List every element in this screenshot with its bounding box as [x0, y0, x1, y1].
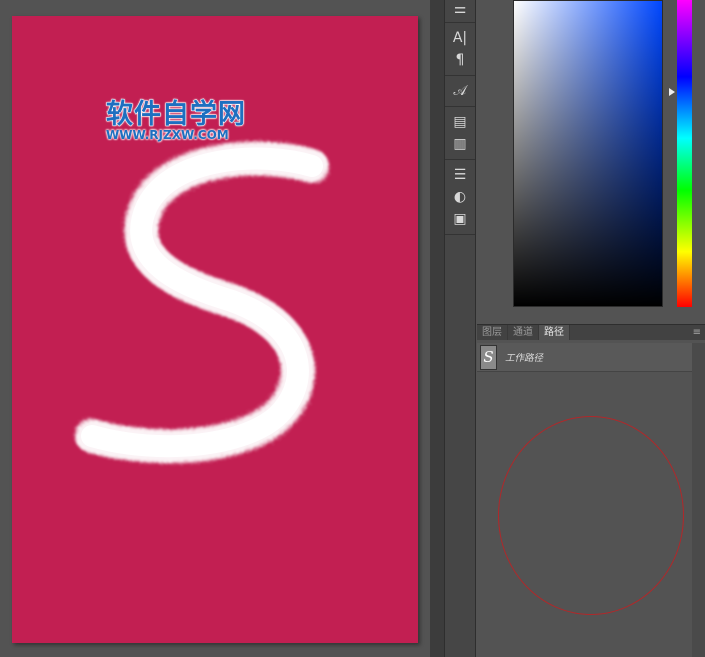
panel-scrollbar[interactable] — [692, 343, 705, 657]
color-field[interactable] — [513, 0, 663, 307]
brush-settings-icon[interactable]: ⚌ — [445, 2, 475, 18]
path-name: 工作路径 — [505, 353, 544, 364]
canvas-area[interactable]: 软件自学网 WWW.RJZXW.COM — [0, 0, 430, 657]
swatches-icon[interactable]: ▣ — [445, 208, 475, 230]
hue-slider-marker-icon[interactable] — [669, 88, 675, 96]
panel-menu-icon[interactable]: ≡ — [693, 327, 701, 338]
watermark-logo: 软件自学网 WWW.RJZXW.COM — [106, 92, 256, 143]
character-icon[interactable]: A| — [445, 27, 475, 49]
notes-icon[interactable]: ▥ — [445, 133, 475, 155]
tab-layers[interactable]: 图层 — [477, 325, 508, 340]
path-item-work-path[interactable]: S 工作路径 — [477, 343, 692, 372]
right-panel: 图层 通道 路径 ≡ S 工作路径 — [477, 0, 705, 657]
properties-icon[interactable]: ▤ — [445, 111, 475, 133]
panel-tabs: 图层 通道 路径 ≡ — [477, 324, 705, 340]
watermark-cn: 软件自学网 — [106, 99, 246, 131]
panel-dock: ⚌ A| ¶ 𝒜 ▤ ▥ ☰ ◐ ▣ — [445, 0, 476, 657]
hue-slider[interactable] — [677, 0, 692, 307]
adjustments-icon[interactable]: ☰ — [445, 164, 475, 186]
paragraph-icon[interactable]: ¶ — [445, 49, 475, 71]
document-canvas[interactable]: 软件自学网 WWW.RJZXW.COM — [12, 16, 418, 643]
path-thumbnail: S — [480, 344, 497, 370]
styles-icon[interactable]: ◐ — [445, 186, 475, 208]
glyphs-icon[interactable]: 𝒜 — [445, 80, 475, 102]
highlight-circle — [498, 416, 684, 615]
tab-paths[interactable]: 路径 — [539, 325, 570, 340]
tab-channels[interactable]: 通道 — [508, 325, 539, 340]
panel-divider — [430, 0, 445, 657]
